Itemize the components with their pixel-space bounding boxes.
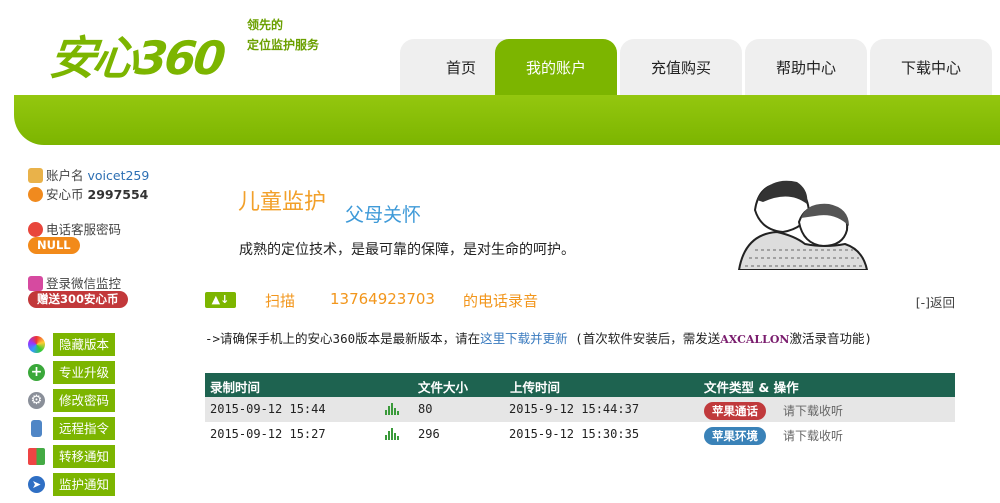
- table-row: 2015-09-12 15:44 80 2015-9-12 15:44:37 苹…: [205, 397, 955, 422]
- download-listen-link[interactable]: 请下载收听: [783, 427, 843, 444]
- sidebar-item-label[interactable]: 监护通知: [53, 473, 116, 496]
- slogan-line-2: 定位监护服务: [247, 38, 320, 52]
- logo-text: 安心360: [46, 31, 226, 85]
- sidebar-item-label[interactable]: 专业升级: [53, 361, 116, 384]
- sidebar-item-label[interactable]: 转移通知: [53, 445, 116, 468]
- recordings-table: 录制时间 文件大小 上传时间 文件类型 & 操作 2015-09-12 15:4…: [205, 373, 955, 447]
- compass-icon: ➤: [28, 476, 45, 493]
- record-time: 2015-09-12 15:44: [210, 402, 326, 416]
- qrcode-icon: [28, 276, 43, 291]
- site-slogan: 领先的 定位监护服务: [247, 15, 319, 55]
- slogan-line-1: 领先的: [247, 18, 284, 32]
- col-type-action: 文件类型 & 操作: [704, 380, 799, 395]
- nav-my-account[interactable]: 我的账户: [495, 39, 617, 95]
- coin-row: 安心币 2997554: [28, 184, 148, 203]
- file-type-badge[interactable]: 苹果通话: [704, 402, 766, 420]
- table-header: 录制时间 文件大小 上传时间 文件类型 & 操作: [205, 373, 955, 397]
- nav-recharge[interactable]: 充值购买: [620, 39, 742, 95]
- banner-title-child: 儿童监护: [238, 190, 327, 215]
- col-file-size: 文件大小: [418, 380, 469, 395]
- promo-banner: 儿童监护 父母关怀 成熟的定位技术，是最可靠的保障，是对生命的呵护。: [205, 160, 965, 272]
- parent-child-illustration: [737, 180, 869, 270]
- notice-prefix: ->请确保手机上的安心360版本是最新版本，请在: [205, 331, 481, 346]
- account-name-value: voicet259: [87, 168, 150, 183]
- activation-code: AXCALLON: [720, 333, 790, 346]
- nav-help-center[interactable]: 帮助中心: [745, 39, 867, 95]
- scan-label: 扫描: [265, 292, 296, 310]
- wechat-label[interactable]: 登录微信监控: [46, 276, 121, 291]
- update-notice: ->请确保手机上的安心360版本是最新版本，请在这里下载并更新 (首次软件安装后…: [205, 328, 872, 347]
- account-name-row: 账户名 voicet259: [28, 165, 149, 184]
- scan-heading: ▲↓ 扫描 13764923703 的电话录音 [-]返回: [205, 288, 955, 314]
- upload-time: 2015-9-12 15:30:35: [509, 427, 640, 441]
- download-icon: ▲↓: [205, 292, 236, 308]
- banner-description: 成熟的定位技术，是最可靠的保障，是对生命的呵护。: [239, 242, 575, 258]
- table-row: 2015-09-12 15:27 296 2015-9-12 15:30:35 …: [205, 422, 955, 447]
- grid-icon: [28, 448, 45, 465]
- upload-time: 2015-9-12 15:44:37: [509, 402, 640, 416]
- plus-icon: +: [28, 364, 45, 381]
- audio-chart-icon[interactable]: [385, 428, 399, 440]
- download-listen-link[interactable]: 请下载收听: [783, 402, 843, 419]
- color-wheel-icon: [28, 336, 45, 353]
- coin-value: 2997554: [87, 187, 149, 202]
- col-upload-time: 上传时间: [510, 380, 561, 395]
- coin-label: 安心币: [46, 187, 84, 202]
- notice-suffix: 激活录音功能): [789, 331, 873, 346]
- wechat-bonus-badge[interactable]: 赠送300安心币: [28, 291, 128, 308]
- phone-password-value: NULL: [28, 237, 80, 254]
- lifebuoy-icon: [28, 222, 43, 237]
- sidebar-item-label[interactable]: 远程指令: [53, 417, 116, 440]
- user-icon: [28, 168, 43, 183]
- file-type-badge[interactable]: 苹果环境: [704, 427, 766, 445]
- file-size: 80: [418, 402, 433, 416]
- download-update-link[interactable]: 这里下载并更新: [480, 331, 568, 346]
- phone-password-label: 电话客服密码: [46, 222, 122, 237]
- record-time: 2015-09-12 15:27: [210, 427, 326, 441]
- back-link[interactable]: [-]返回: [916, 292, 955, 311]
- col-record-time: 录制时间: [210, 380, 261, 395]
- file-size: 296: [418, 427, 440, 441]
- phone-icon: [31, 420, 42, 437]
- header-band: [14, 95, 1000, 145]
- scan-recordings-label: 的电话录音: [463, 292, 539, 310]
- gear-icon: ⚙: [28, 392, 45, 409]
- wechat-row[interactable]: 登录微信监控: [28, 273, 121, 292]
- audio-chart-icon[interactable]: [385, 403, 399, 415]
- shield-icon: [28, 187, 43, 202]
- sidebar-item-label[interactable]: 隐藏版本: [53, 333, 116, 356]
- phone-password-row: 电话客服密码: [28, 219, 121, 238]
- notice-middle: (首次软件安装后，需发送: [567, 331, 721, 346]
- scan-phone-number: 13764923703: [330, 290, 435, 308]
- site-header: 安心360 领先的 定位监护服务 首页 我的账户 充值购买 帮助中心 下载中心: [0, 0, 1000, 95]
- nav-download-center[interactable]: 下载中心: [870, 39, 992, 95]
- account-name-label: 账户名: [46, 168, 84, 183]
- banner-title-parent: 父母关怀: [345, 204, 422, 226]
- sidebar-item-label[interactable]: 修改密码: [53, 389, 116, 412]
- site-logo[interactable]: 安心360: [47, 18, 240, 85]
